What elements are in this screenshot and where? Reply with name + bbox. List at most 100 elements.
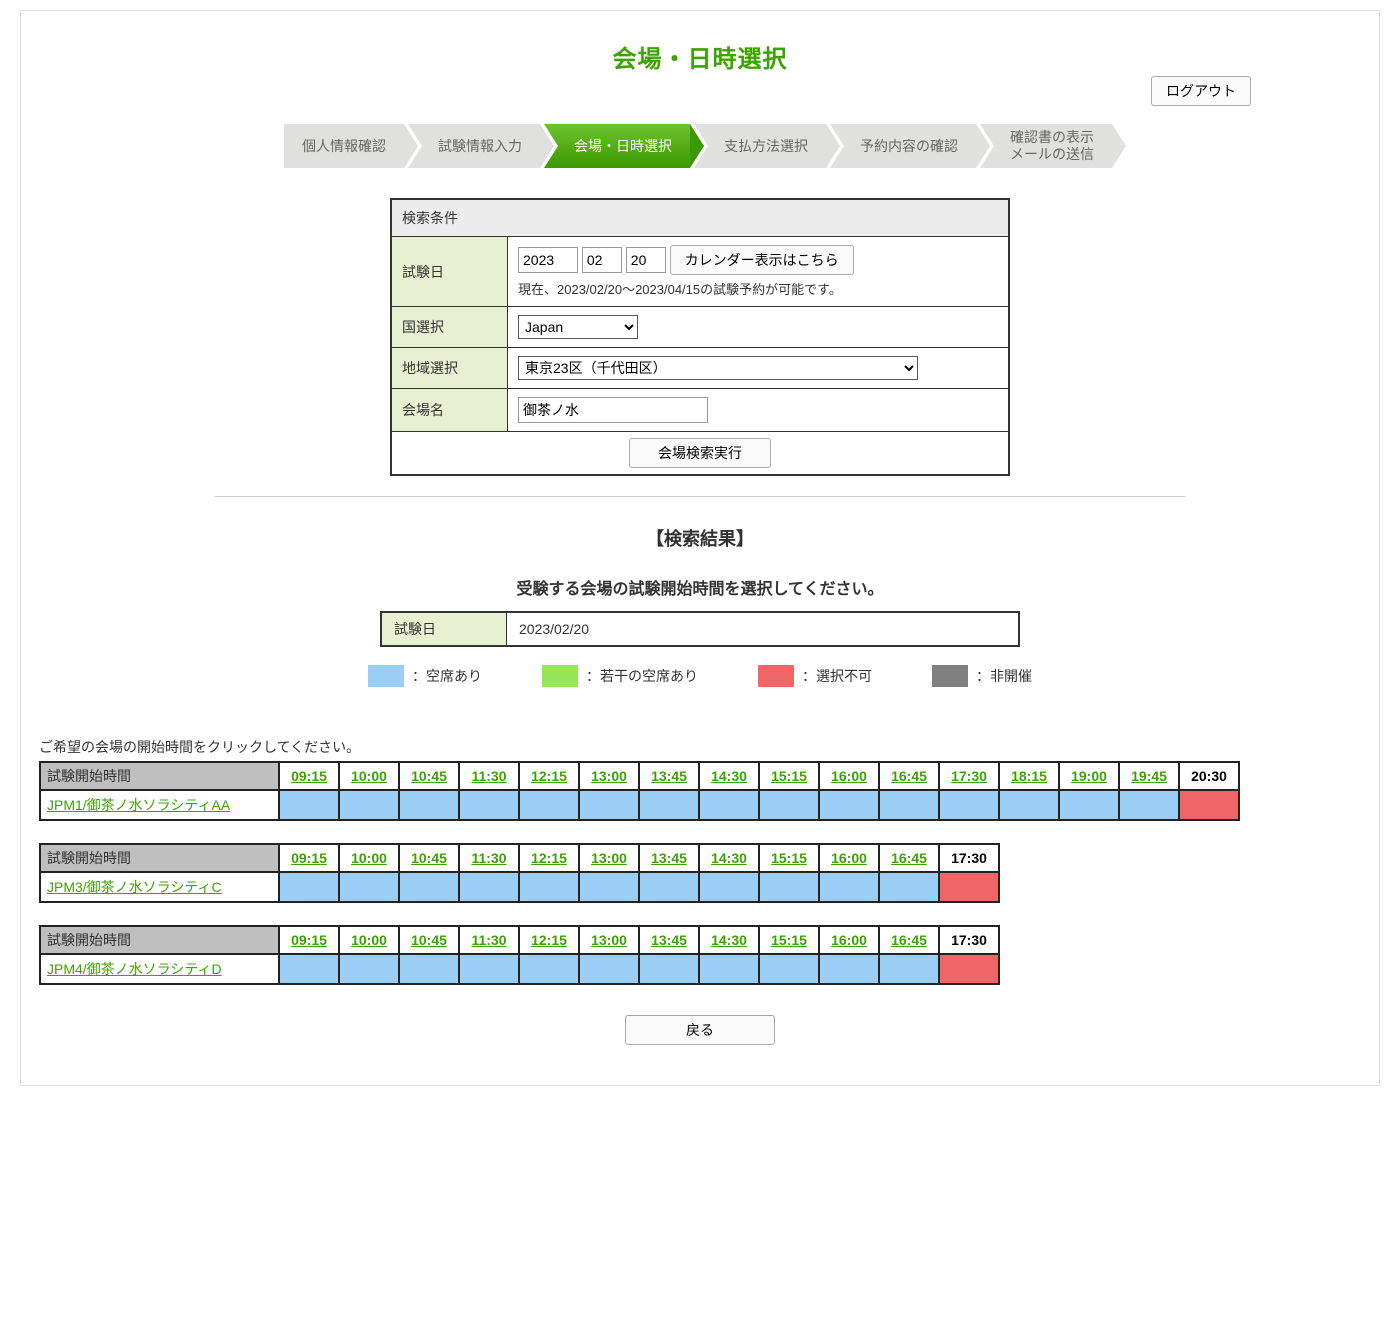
time-header-link[interactable]: 10:00: [351, 932, 387, 948]
time-header-link[interactable]: 09:15: [291, 768, 327, 784]
search-button[interactable]: 会場検索実行: [629, 438, 771, 468]
time-header[interactable]: 09:15: [279, 844, 339, 872]
time-header-link[interactable]: 15:15: [771, 932, 807, 948]
select-country[interactable]: Japan: [518, 315, 638, 339]
slot-cell[interactable]: [339, 790, 399, 820]
time-header-link[interactable]: 19:45: [1131, 768, 1167, 784]
time-header[interactable]: 10:00: [339, 926, 399, 954]
slot-cell[interactable]: [699, 954, 759, 984]
slot-cell[interactable]: [459, 790, 519, 820]
time-header-link[interactable]: 09:15: [291, 932, 327, 948]
time-header-link[interactable]: 10:45: [411, 768, 447, 784]
time-header[interactable]: 10:00: [339, 844, 399, 872]
input-year[interactable]: [518, 247, 578, 273]
time-header[interactable]: 11:30: [459, 762, 519, 790]
venue-link[interactable]: JPM3/御茶ノ水ソラシティC: [47, 879, 222, 895]
time-header-link[interactable]: 12:15: [531, 932, 567, 948]
time-header[interactable]: 13:45: [639, 844, 699, 872]
slot-cell[interactable]: [279, 790, 339, 820]
time-header-link[interactable]: 13:45: [651, 768, 687, 784]
venue-cell[interactable]: JPM1/御茶ノ水ソラシティAA: [40, 790, 279, 820]
time-header-link[interactable]: 15:15: [771, 768, 807, 784]
slot-cell[interactable]: [459, 954, 519, 984]
time-header-link[interactable]: 16:00: [831, 768, 867, 784]
logout-button[interactable]: ログアウト: [1151, 76, 1251, 106]
time-header[interactable]: 09:15: [279, 926, 339, 954]
time-header[interactable]: 13:00: [579, 926, 639, 954]
slot-cell[interactable]: [819, 954, 879, 984]
time-header[interactable]: 14:30: [699, 926, 759, 954]
time-header[interactable]: 16:45: [879, 844, 939, 872]
calendar-button[interactable]: カレンダー表示はこちら: [670, 245, 854, 275]
time-header[interactable]: 16:00: [819, 926, 879, 954]
slot-cell[interactable]: [639, 872, 699, 902]
slot-cell[interactable]: [339, 872, 399, 902]
time-header-link[interactable]: 15:15: [771, 850, 807, 866]
slot-cell[interactable]: [879, 872, 939, 902]
time-header-link[interactable]: 14:30: [711, 932, 747, 948]
time-header[interactable]: 19:00: [1059, 762, 1119, 790]
slot-cell[interactable]: [399, 790, 459, 820]
time-header[interactable]: 11:30: [459, 844, 519, 872]
time-header-link[interactable]: 10:00: [351, 768, 387, 784]
slot-cell[interactable]: [279, 872, 339, 902]
time-header[interactable]: 15:15: [759, 844, 819, 872]
input-venue[interactable]: [518, 397, 708, 423]
time-header[interactable]: 19:45: [1119, 762, 1179, 790]
slot-cell[interactable]: [519, 790, 579, 820]
time-header-link[interactable]: 12:15: [531, 768, 567, 784]
slot-cell[interactable]: [339, 954, 399, 984]
time-header[interactable]: 15:15: [759, 926, 819, 954]
slot-cell[interactable]: [699, 872, 759, 902]
input-day[interactable]: [626, 247, 666, 273]
time-header-link[interactable]: 11:30: [471, 850, 506, 866]
venue-cell[interactable]: JPM3/御茶ノ水ソラシティC: [40, 872, 279, 902]
time-header[interactable]: 13:45: [639, 926, 699, 954]
time-header[interactable]: 16:45: [879, 926, 939, 954]
slot-cell[interactable]: [879, 954, 939, 984]
time-header[interactable]: 09:15: [279, 762, 339, 790]
time-header[interactable]: 14:30: [699, 762, 759, 790]
time-header-link[interactable]: 11:30: [471, 932, 506, 948]
time-header[interactable]: 13:00: [579, 762, 639, 790]
slot-cell[interactable]: [579, 954, 639, 984]
time-header[interactable]: 15:15: [759, 762, 819, 790]
time-header[interactable]: 13:45: [639, 762, 699, 790]
slot-cell[interactable]: [399, 872, 459, 902]
slot-cell[interactable]: [759, 790, 819, 820]
time-header[interactable]: 12:15: [519, 844, 579, 872]
time-header[interactable]: 10:00: [339, 762, 399, 790]
input-month[interactable]: [582, 247, 622, 273]
time-header-link[interactable]: 16:45: [891, 768, 927, 784]
time-header-link[interactable]: 10:00: [351, 850, 387, 866]
time-header-link[interactable]: 13:45: [651, 932, 687, 948]
time-header-link[interactable]: 14:30: [711, 850, 747, 866]
time-header-link[interactable]: 13:00: [591, 850, 627, 866]
time-header[interactable]: 12:15: [519, 926, 579, 954]
time-header-link[interactable]: 13:45: [651, 850, 687, 866]
time-header-link[interactable]: 18:15: [1011, 768, 1047, 784]
slot-cell[interactable]: [579, 872, 639, 902]
slot-cell[interactable]: [879, 790, 939, 820]
time-header-link[interactable]: 13:00: [591, 932, 627, 948]
slot-cell[interactable]: [579, 790, 639, 820]
time-header[interactable]: 14:30: [699, 844, 759, 872]
back-button[interactable]: 戻る: [625, 1015, 775, 1045]
time-header[interactable]: 13:00: [579, 844, 639, 872]
venue-link[interactable]: JPM1/御茶ノ水ソラシティAA: [47, 797, 230, 813]
time-header-link[interactable]: 16:45: [891, 932, 927, 948]
time-header[interactable]: 18:15: [999, 762, 1059, 790]
venue-cell[interactable]: JPM4/御茶ノ水ソラシティD: [40, 954, 279, 984]
time-header-link[interactable]: 16:45: [891, 850, 927, 866]
slot-cell[interactable]: [699, 790, 759, 820]
time-header-link[interactable]: 10:45: [411, 850, 447, 866]
time-header-link[interactable]: 17:30: [951, 768, 987, 784]
time-header-link[interactable]: 13:00: [591, 768, 627, 784]
time-header[interactable]: 10:45: [399, 926, 459, 954]
time-header-link[interactable]: 19:00: [1071, 768, 1107, 784]
slot-cell[interactable]: [1119, 790, 1179, 820]
time-header[interactable]: 11:30: [459, 926, 519, 954]
time-header[interactable]: 16:45: [879, 762, 939, 790]
slot-cell[interactable]: [519, 954, 579, 984]
slot-cell[interactable]: [639, 790, 699, 820]
